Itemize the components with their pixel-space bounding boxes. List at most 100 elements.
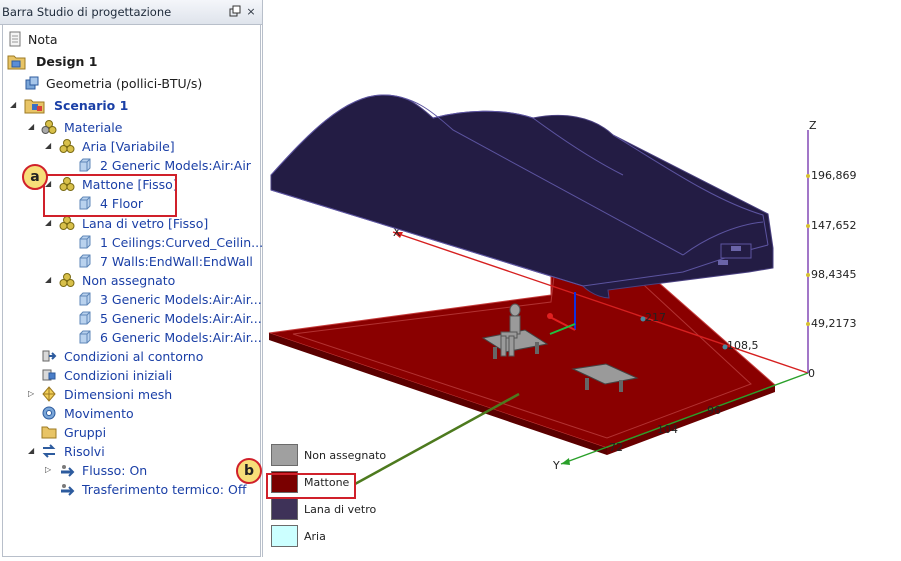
material-group-icon [59,216,75,230]
expand-arrow-icon[interactable]: ▷ [28,389,36,398]
tree-label: Trasferimento termico: Off [82,482,247,497]
y-tick-label: 72 [609,441,623,454]
x-tick-label: 217 [645,311,666,324]
tree-label: Materiale [64,120,123,135]
z-tick-label: 98,4345 [811,268,857,281]
part-icon [79,330,91,344]
legend-item-non-assegnato: Non assegnato [271,444,391,468]
triad-origin-icon [547,313,553,319]
tree-label: Aria [Variabile] [82,139,175,154]
material-group-icon [59,273,75,287]
tree-item-scenario[interactable]: ◢ Scenario 1 [3,96,253,114]
tree-label: Condizioni iniziali [64,368,173,383]
design-study-bar: Barra Studio di progettazione × Nota Des… [0,0,263,557]
z-tick-marker [806,224,810,228]
legend-label: Non assegnato [304,449,387,462]
tree-item-aria[interactable]: ◢ Aria [Variabile] [3,137,253,155]
heat-transfer-icon [61,484,75,496]
part-icon [79,235,91,249]
callout-badge-a: a [22,164,48,190]
z-tick-label: 49,2173 [811,317,857,330]
collapse-arrow-icon[interactable]: ◢ [45,275,53,284]
y-tick-label: 96 [707,404,721,417]
collapse-arrow-icon[interactable]: ◢ [10,100,18,109]
tree-item-dimensioni-mesh[interactable]: ▷ Dimensioni mesh [3,385,253,403]
tree-item-condizioni-contorno[interactable]: Condizioni al contorno [3,347,253,365]
legend-swatch [271,525,298,547]
collapse-arrow-icon[interactable]: ◢ [28,122,36,131]
groups-folder-icon [41,426,57,439]
legend-item-lana-di-vetro: Lana di vetro [271,498,391,522]
z-axis-label: Z [809,119,817,132]
tree-label: Design 1 [36,54,98,69]
curved-roof-model[interactable] [270,94,774,299]
panel-title: Barra Studio di progettazione [2,5,172,19]
tree-label: Dimensioni mesh [64,387,173,402]
part-icon [79,158,91,172]
tree-label: 7 Walls:EndWall:EndWall [100,254,253,269]
collapse-arrow-icon[interactable]: ◢ [45,218,53,227]
tree-item-lana-part-1[interactable]: 1 Ceilings:Curved_Ceilin... [3,233,263,251]
legend-swatch [271,444,298,466]
tree-item-geometria[interactable]: Geometria (pollici-BTU/s) [3,74,253,92]
geometry-icon [25,76,39,90]
tree-label: Flusso: On [82,463,148,478]
tree-label: Nota [28,32,58,47]
y-tick-label: 104 [657,423,678,436]
callout-highlight-b [266,473,356,499]
tree-item-risolvi[interactable]: ◢ Risolvi [3,442,253,460]
solve-icon [42,444,56,458]
part-icon [79,292,91,306]
model-viewport[interactable]: X 217 108,5 Y 96 104 72 Z 196,869 147,65… [236,0,901,557]
z-tick-label: 196,869 [811,169,857,182]
x-tick-label: 108,5 [727,339,759,352]
tree-label: 1 Ceilings:Curved_Ceilin... [100,235,264,250]
flow-icon [61,465,75,477]
material-group-icon [59,139,75,153]
materials-icon [41,120,57,134]
tree-label: Geometria (pollici-BTU/s) [46,76,203,91]
tree-item-na-part-3[interactable]: 6 Generic Models:Air:Air... [3,328,262,346]
tree-item-movimento[interactable]: Movimento [3,404,253,422]
boundary-conditions-icon [42,350,57,362]
close-icon[interactable]: × [244,5,258,19]
tree-item-lana-part-2[interactable]: 7 Walls:EndWall:EndWall [3,252,253,270]
tree-item-gruppi[interactable]: Gruppi [3,423,253,441]
initial-conditions-icon [42,369,56,381]
tree-item-trasferimento[interactable]: Trasferimento termico: Off [3,480,253,498]
z-tick-label: 0 [808,367,815,380]
part-icon [79,311,91,325]
tree-label: 6 Generic Models:Air:Air... [100,330,262,345]
restore-icon[interactable] [228,5,242,19]
expand-arrow-icon[interactable]: ▷ [45,465,53,474]
tree-item-non-assegnato[interactable]: ◢ Non assegnato [3,271,253,289]
callout-highlight-a [43,174,177,217]
tree-label: 3 Generic Models:Air:Air... [100,292,262,307]
legend-swatch [271,498,298,520]
tree-item-flusso[interactable]: ▷ Flusso: On [3,461,253,479]
tree-item-na-part-1[interactable]: 3 Generic Models:Air:Air... [3,290,262,308]
panel-header: Barra Studio di progettazione × [0,0,262,25]
tree-item-design[interactable]: Design 1 [3,52,253,70]
tree-item-na-part-2[interactable]: 5 Generic Models:Air:Air... [3,309,262,327]
design-folder-icon [7,55,26,70]
mesh-size-icon [42,386,56,402]
tree-label: Lana di vetro [Fisso] [82,216,209,231]
tree-label: 5 Generic Models:Air:Air... [100,311,262,326]
legend-item-aria: Aria [271,525,391,549]
collapse-arrow-icon[interactable]: ◢ [45,141,53,150]
y-axis-label: Y [552,459,560,472]
tree-item-materiale[interactable]: ◢ Materiale [3,118,253,136]
collapse-arrow-icon[interactable]: ◢ [28,446,36,455]
tree-label: 2 Generic Models:Air:Air [100,158,251,173]
tree-label: Non assegnato [82,273,176,288]
tree-item-nota[interactable]: Nota [3,30,253,48]
tree-item-condizioni-iniziali[interactable]: Condizioni iniziali [3,366,253,384]
tree-label: Condizioni al contorno [64,349,204,364]
tree-label: Scenario 1 [54,98,129,113]
tree-label: Risolvi [64,444,105,459]
design-tree: Nota Design 1 Geometria (pollici-BTU/s) … [2,24,263,557]
y-axis-arrow-icon [561,458,570,465]
tree-label: Gruppi [64,425,107,440]
legend-label: Lana di vetro [304,503,377,516]
